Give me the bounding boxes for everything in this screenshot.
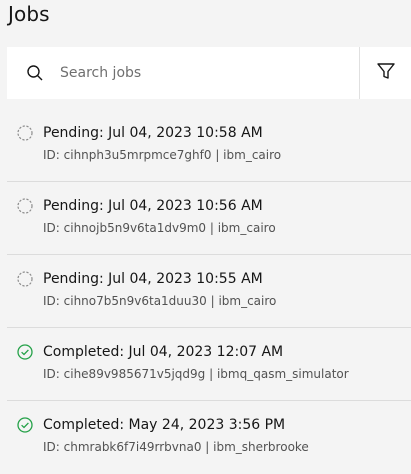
job-meta: ID: chmrabk6f7i49rrbvna0 | ibm_sherbrook… — [43, 440, 309, 454]
job-status-text: Completed: May 24, 2023 3:56 PM — [43, 417, 286, 433]
job-status-text: Pending: Jul 04, 2023 10:58 AM — [43, 125, 263, 141]
search-input[interactable] — [60, 47, 340, 99]
job-meta: ID: cihno7b5n9v6ta1duu30 | ibm_cairo — [43, 294, 277, 308]
page-title: Jobs — [8, 2, 50, 26]
filter-button[interactable] — [359, 47, 411, 99]
job-status-text: Pending: Jul 04, 2023 10:55 AM — [43, 271, 263, 287]
job-meta: ID: cihnph3u5mrpmce7ghf0 | ibm_cairo — [43, 148, 282, 162]
job-meta: ID: cihnojb5n9v6ta1dv9m0 | ibm_cairo — [43, 221, 276, 235]
pending-icon — [17, 198, 33, 214]
job-item[interactable]: Completed: Jul 04, 2023 12:07 AM ID: cih… — [7, 328, 411, 401]
job-status-text: Pending: Jul 04, 2023 10:56 AM — [43, 198, 263, 214]
search-field[interactable] — [7, 47, 359, 99]
completed-icon — [17, 417, 33, 433]
pending-icon — [17, 271, 33, 287]
search-bar — [7, 47, 411, 99]
jobs-list: Pending: Jul 04, 2023 10:58 AM ID: cihnp… — [7, 109, 411, 474]
search-icon — [26, 64, 44, 82]
job-meta: ID: cihe89v985671v5jqd9g | ibmq_qasm_sim… — [43, 367, 349, 381]
pending-icon — [17, 125, 33, 141]
job-item[interactable]: Completed: May 24, 2023 3:56 PM ID: chmr… — [7, 401, 411, 474]
job-item[interactable]: Pending: Jul 04, 2023 10:56 AM ID: cihno… — [7, 182, 411, 255]
filter-icon — [376, 61, 396, 85]
job-item[interactable]: Pending: Jul 04, 2023 10:55 AM ID: cihno… — [7, 255, 411, 328]
job-status-text: Completed: Jul 04, 2023 12:07 AM — [43, 344, 284, 360]
completed-icon — [17, 344, 33, 360]
job-item[interactable]: Pending: Jul 04, 2023 10:58 AM ID: cihnp… — [7, 109, 411, 182]
